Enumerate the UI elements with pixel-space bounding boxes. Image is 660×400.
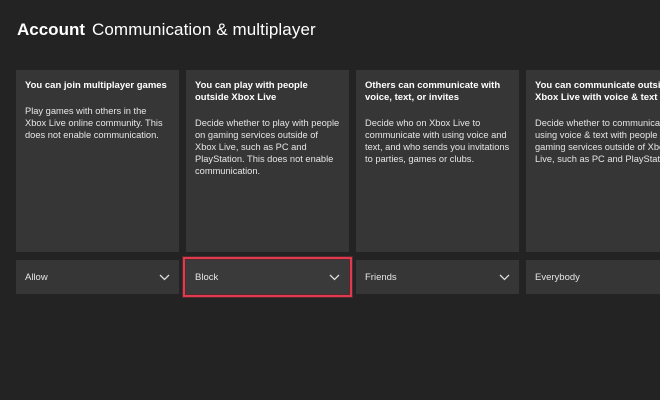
setting-card-join-multiplayer: You can join multiplayer games Play game… <box>16 70 179 252</box>
setting-card-others-communicate: Others can communicate with voice, text,… <box>356 70 519 252</box>
chevron-down-icon <box>498 271 510 283</box>
setting-description: Decide whether to play with people on ga… <box>195 118 340 176</box>
communicate-outside-dropdown[interactable]: Everybody <box>526 260 660 294</box>
setting-title: You can communicate outside Xbox Live wi… <box>535 80 660 103</box>
setting-title: You can play with people outside Xbox Li… <box>195 80 308 103</box>
others-communicate-dropdown[interactable]: Friends <box>356 260 519 294</box>
join-multiplayer-dropdown[interactable]: Allow <box>16 260 179 294</box>
settings-row: You can join multiplayer games Play game… <box>16 70 660 300</box>
setting-title: Others can communicate with voice, text,… <box>365 80 501 103</box>
dropdown-value: Everybody <box>535 271 580 283</box>
page-title: Communication & multiplayer <box>92 20 316 39</box>
setting-title: You can join multiplayer games <box>25 80 167 91</box>
dropdown-value: Friends <box>365 271 397 283</box>
setting-description: Play games with others in the Xbox Live … <box>25 106 163 140</box>
setting-card-communicate-outside: You can communicate outside Xbox Live wi… <box>526 70 660 252</box>
dropdown-value: Allow <box>25 271 48 283</box>
chevron-down-icon <box>328 271 340 283</box>
setting-description: Decide who on Xbox Live to communicate w… <box>365 118 510 164</box>
page-header: Account Communication & multiplayer <box>17 20 316 46</box>
setting-card-play-outside-xbox-live: You can play with people outside Xbox Li… <box>186 70 349 252</box>
section-title: Account <box>17 20 85 39</box>
play-outside-xbox-live-dropdown[interactable]: Block <box>183 257 352 297</box>
setting-description: Decide whether to communicate using voic… <box>535 118 660 164</box>
dropdown-value: Block <box>195 271 219 283</box>
chevron-down-icon <box>158 271 170 283</box>
